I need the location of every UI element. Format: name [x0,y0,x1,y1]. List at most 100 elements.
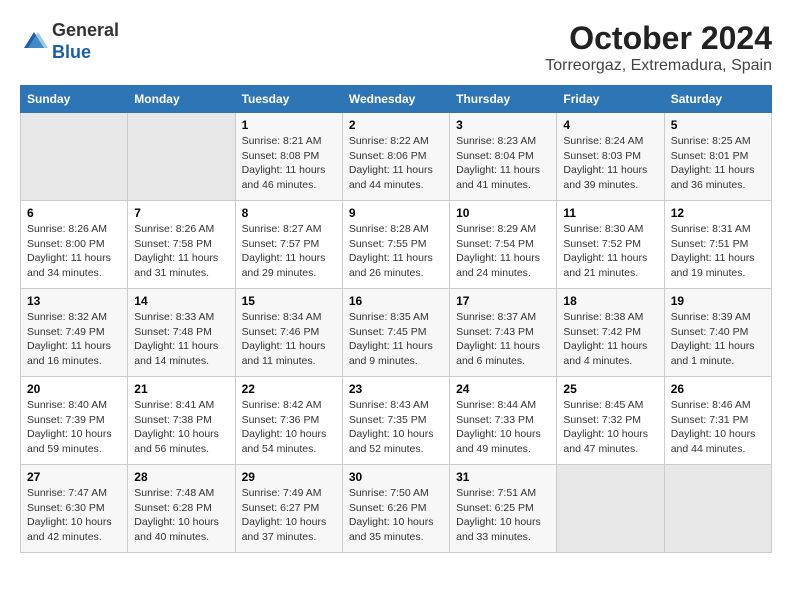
day-number: 19 [671,294,765,308]
cell-sun-info: Sunrise: 8:26 AM Sunset: 7:58 PM Dayligh… [134,222,228,281]
calendar-cell: 19 Sunrise: 8:39 AM Sunset: 7:40 PM Dayli… [664,289,771,377]
cell-sun-info: Sunrise: 7:48 AM Sunset: 6:28 PM Dayligh… [134,486,228,545]
weekday-header-sunday: Sunday [21,86,128,113]
cell-sun-info: Sunrise: 8:32 AM Sunset: 7:49 PM Dayligh… [27,310,121,369]
cell-sun-info: Sunrise: 7:47 AM Sunset: 6:30 PM Dayligh… [27,486,121,545]
day-number: 23 [349,382,443,396]
calendar-cell: 7 Sunrise: 8:26 AM Sunset: 7:58 PM Daylig… [128,201,235,289]
cell-sun-info: Sunrise: 8:23 AM Sunset: 8:04 PM Dayligh… [456,134,550,193]
calendar-cell: 10 Sunrise: 8:29 AM Sunset: 7:54 PM Dayli… [450,201,557,289]
calendar-cell: 5 Sunrise: 8:25 AM Sunset: 8:01 PM Daylig… [664,113,771,201]
calendar-header: SundayMondayTuesdayWednesdayThursdayFrid… [21,86,772,113]
day-number: 1 [242,118,336,132]
cell-sun-info: Sunrise: 8:28 AM Sunset: 7:55 PM Dayligh… [349,222,443,281]
day-number: 13 [27,294,121,308]
calendar-cell: 11 Sunrise: 8:30 AM Sunset: 7:52 PM Dayli… [557,201,664,289]
day-number: 25 [563,382,657,396]
cell-sun-info: Sunrise: 8:41 AM Sunset: 7:38 PM Dayligh… [134,398,228,457]
calendar-cell: 18 Sunrise: 8:38 AM Sunset: 7:42 PM Dayli… [557,289,664,377]
calendar-cell: 4 Sunrise: 8:24 AM Sunset: 8:03 PM Daylig… [557,113,664,201]
day-number: 31 [456,470,550,484]
calendar-cell: 17 Sunrise: 8:37 AM Sunset: 7:43 PM Dayli… [450,289,557,377]
day-number: 5 [671,118,765,132]
weekday-header-monday: Monday [128,86,235,113]
day-number: 10 [456,206,550,220]
calendar-cell: 8 Sunrise: 8:27 AM Sunset: 7:57 PM Daylig… [235,201,342,289]
cell-sun-info: Sunrise: 8:40 AM Sunset: 7:39 PM Dayligh… [27,398,121,457]
cell-sun-info: Sunrise: 8:38 AM Sunset: 7:42 PM Dayligh… [563,310,657,369]
day-number: 24 [456,382,550,396]
calendar-cell: 6Sunrise: 8:26 AM Sunset: 8:00 PM Daylig… [21,201,128,289]
calendar-cell: 16 Sunrise: 8:35 AM Sunset: 7:45 PM Dayli… [342,289,449,377]
cell-sun-info: Sunrise: 8:35 AM Sunset: 7:45 PM Dayligh… [349,310,443,369]
calendar-cell [128,113,235,201]
day-number: 18 [563,294,657,308]
title-block: October 2024 Torreorgaz, Extremadura, Sp… [545,20,772,75]
cell-sun-info: Sunrise: 8:22 AM Sunset: 8:06 PM Dayligh… [349,134,443,193]
calendar-cell [557,465,664,553]
cell-sun-info: Sunrise: 8:37 AM Sunset: 7:43 PM Dayligh… [456,310,550,369]
day-number: 27 [27,470,121,484]
weekday-header-wednesday: Wednesday [342,86,449,113]
calendar-cell: 2Sunrise: 8:22 AM Sunset: 8:06 PM Daylig… [342,113,449,201]
cell-sun-info: Sunrise: 8:30 AM Sunset: 7:52 PM Dayligh… [563,222,657,281]
cell-sun-info: Sunrise: 8:39 AM Sunset: 7:40 PM Dayligh… [671,310,765,369]
calendar-cell: 28 Sunrise: 7:48 AM Sunset: 6:28 PM Dayli… [128,465,235,553]
weekday-header-saturday: Saturday [664,86,771,113]
calendar-body: 1Sunrise: 8:21 AM Sunset: 8:08 PM Daylig… [21,113,772,553]
day-number: 17 [456,294,550,308]
calendar-cell: 21Sunrise: 8:41 AM Sunset: 7:38 PM Dayli… [128,377,235,465]
cell-sun-info: Sunrise: 8:24 AM Sunset: 8:03 PM Dayligh… [563,134,657,193]
cell-sun-info: Sunrise: 8:46 AM Sunset: 7:31 PM Dayligh… [671,398,765,457]
calendar-cell: 25Sunrise: 8:45 AM Sunset: 7:32 PM Dayli… [557,377,664,465]
logo-icon [20,28,48,56]
day-number: 16 [349,294,443,308]
calendar-week-row: 27 Sunrise: 7:47 AM Sunset: 6:30 PM Dayli… [21,465,772,553]
calendar-cell: 14 Sunrise: 8:33 AM Sunset: 7:48 PM Dayli… [128,289,235,377]
calendar-week-row: 13 Sunrise: 8:32 AM Sunset: 7:49 PM Dayli… [21,289,772,377]
cell-sun-info: Sunrise: 8:25 AM Sunset: 8:01 PM Dayligh… [671,134,765,193]
calendar-cell: 12 Sunrise: 8:31 AM Sunset: 7:51 PM Dayli… [664,201,771,289]
month-year-title: October 2024 [545,20,772,57]
calendar-cell: 15 Sunrise: 8:34 AM Sunset: 7:46 PM Dayli… [235,289,342,377]
page-header: General Blue October 2024 Torreorgaz, Ex… [20,20,772,75]
calendar-cell: 31Sunrise: 7:51 AM Sunset: 6:25 PM Dayli… [450,465,557,553]
cell-sun-info: Sunrise: 8:33 AM Sunset: 7:48 PM Dayligh… [134,310,228,369]
day-number: 12 [671,206,765,220]
day-number: 28 [134,470,228,484]
calendar-cell: 3 Sunrise: 8:23 AM Sunset: 8:04 PM Daylig… [450,113,557,201]
calendar-week-row: 1Sunrise: 8:21 AM Sunset: 8:08 PM Daylig… [21,113,772,201]
calendar-cell: 23Sunrise: 8:43 AM Sunset: 7:35 PM Dayli… [342,377,449,465]
cell-sun-info: Sunrise: 8:34 AM Sunset: 7:46 PM Dayligh… [242,310,336,369]
calendar-cell: 24 Sunrise: 8:44 AM Sunset: 7:33 PM Dayli… [450,377,557,465]
calendar-cell: 20 Sunrise: 8:40 AM Sunset: 7:39 PM Dayli… [21,377,128,465]
day-number: 11 [563,206,657,220]
cell-sun-info: Sunrise: 8:27 AM Sunset: 7:57 PM Dayligh… [242,222,336,281]
day-number: 7 [134,206,228,220]
cell-sun-info: Sunrise: 7:49 AM Sunset: 6:27 PM Dayligh… [242,486,336,545]
day-number: 3 [456,118,550,132]
calendar-cell: 22 Sunrise: 8:42 AM Sunset: 7:36 PM Dayli… [235,377,342,465]
cell-sun-info: Sunrise: 7:50 AM Sunset: 6:26 PM Dayligh… [349,486,443,545]
day-number: 22 [242,382,336,396]
calendar-cell: 9 Sunrise: 8:28 AM Sunset: 7:55 PM Daylig… [342,201,449,289]
day-number: 15 [242,294,336,308]
cell-sun-info: Sunrise: 8:31 AM Sunset: 7:51 PM Dayligh… [671,222,765,281]
day-number: 9 [349,206,443,220]
weekday-header-thursday: Thursday [450,86,557,113]
calendar-week-row: 6Sunrise: 8:26 AM Sunset: 8:00 PM Daylig… [21,201,772,289]
calendar-cell: 13 Sunrise: 8:32 AM Sunset: 7:49 PM Dayli… [21,289,128,377]
day-number: 8 [242,206,336,220]
day-number: 20 [27,382,121,396]
calendar-cell: 1Sunrise: 8:21 AM Sunset: 8:08 PM Daylig… [235,113,342,201]
cell-sun-info: Sunrise: 8:44 AM Sunset: 7:33 PM Dayligh… [456,398,550,457]
calendar-week-row: 20 Sunrise: 8:40 AM Sunset: 7:39 PM Dayli… [21,377,772,465]
calendar-cell: 29Sunrise: 7:49 AM Sunset: 6:27 PM Dayli… [235,465,342,553]
calendar-cell: 30 Sunrise: 7:50 AM Sunset: 6:26 PM Dayli… [342,465,449,553]
day-number: 4 [563,118,657,132]
day-number: 14 [134,294,228,308]
day-number: 30 [349,470,443,484]
cell-sun-info: Sunrise: 8:29 AM Sunset: 7:54 PM Dayligh… [456,222,550,281]
cell-sun-info: Sunrise: 8:42 AM Sunset: 7:36 PM Dayligh… [242,398,336,457]
logo: General Blue [20,20,119,63]
